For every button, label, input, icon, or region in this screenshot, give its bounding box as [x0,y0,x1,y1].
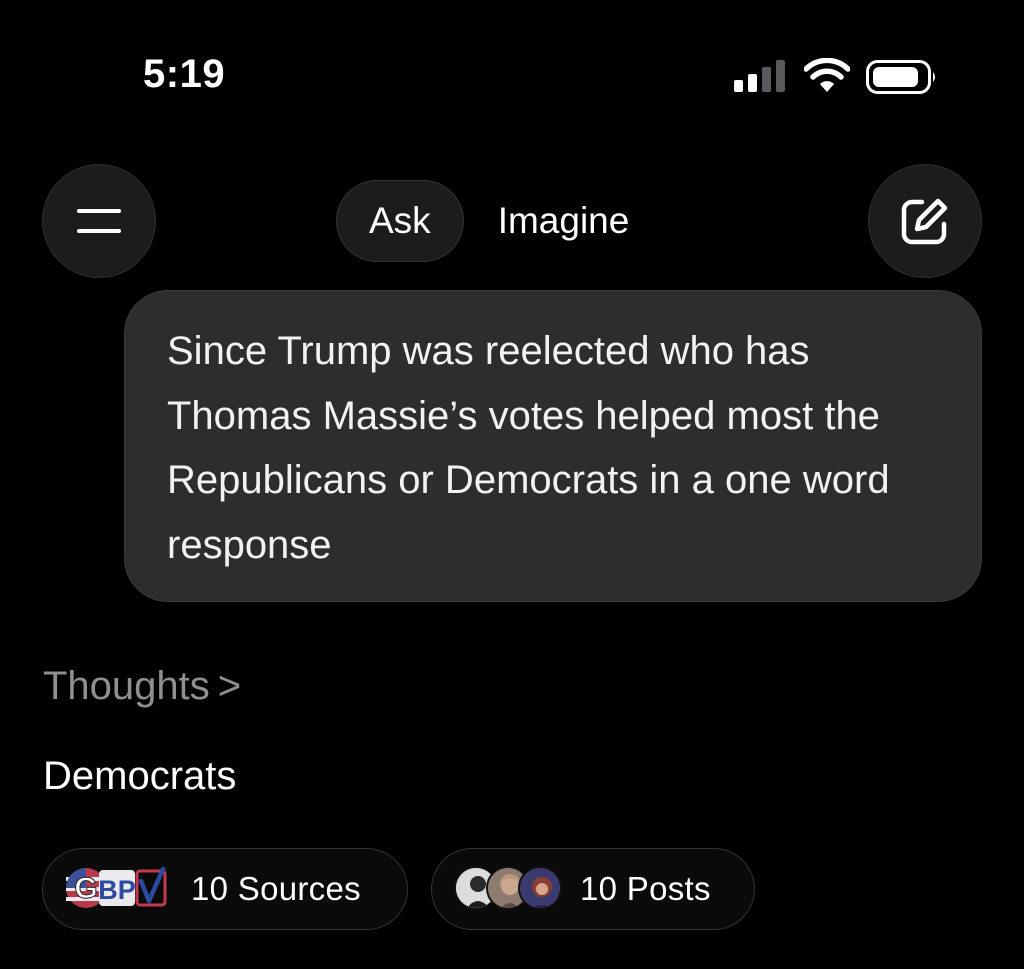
wifi-icon [804,58,850,92]
posts-label: 10 Posts [580,870,711,907]
posts-button[interactable]: 10 Posts [431,848,755,930]
tab-imagine[interactable]: Imagine [464,180,630,262]
tab-ask[interactable]: Ask [336,180,464,262]
chevron-right-icon: > [217,664,242,708]
sources-button[interactable]: G BP 10 Sources [42,848,408,930]
cellular-signal-icon [734,60,785,92]
mode-tabs: Ask Imagine [336,180,629,262]
compose-button[interactable] [868,164,982,278]
compose-icon [901,198,948,245]
hamburger-menu-icon [77,209,121,233]
menu-button[interactable] [42,164,156,278]
source-logos-icon: G BP [66,867,167,908]
user-query-bubble: Since Trump was reelected who has Thomas… [124,290,982,602]
thoughts-toggle[interactable]: Thoughts > [43,664,241,709]
battery-icon [866,60,935,94]
answer-text: Democrats [43,754,237,798]
avatar [518,866,562,910]
svg-text:BP: BP [98,875,136,905]
svg-text:G: G [74,872,97,905]
status-time: 5:19 [143,52,226,96]
sources-label: 10 Sources [191,870,361,907]
thoughts-label: Thoughts [43,664,210,708]
status-bar: 5:19 [0,0,1024,150]
